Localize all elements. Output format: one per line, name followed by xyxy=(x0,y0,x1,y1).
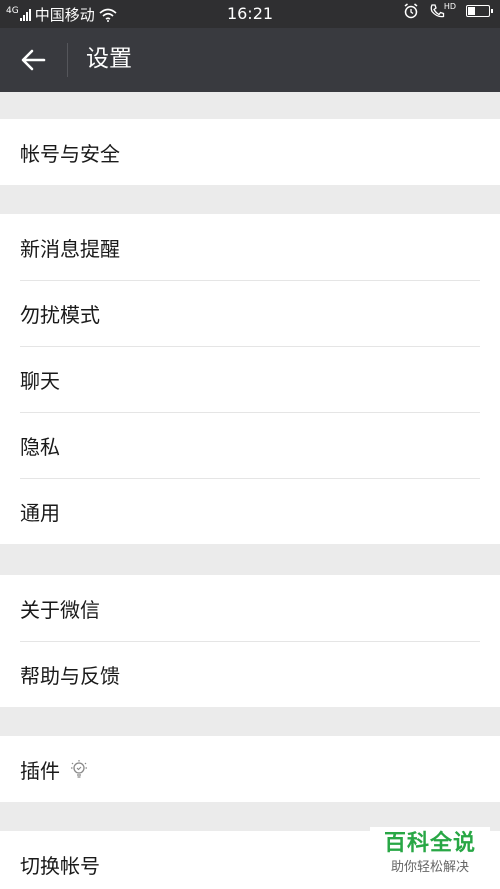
setting-label: 帮助与反馈 xyxy=(20,663,120,688)
hd-call-icon: HD xyxy=(429,3,456,19)
setting-label: 通用 xyxy=(20,500,60,525)
setting-item-help-feedback[interactable]: 帮助与反馈 xyxy=(0,641,500,707)
setting-item-do-not-disturb[interactable]: 勿扰模式 xyxy=(0,280,500,346)
setting-label: 聊天 xyxy=(20,368,60,393)
settings-group-about: 关于微信 帮助与反馈 xyxy=(0,575,500,707)
setting-item-general[interactable]: 通用 xyxy=(0,478,500,544)
setting-label: 隐私 xyxy=(20,434,60,459)
back-button[interactable] xyxy=(14,42,54,78)
setting-label: 帐号与安全 xyxy=(20,141,120,166)
watermark-title: 百科全说 xyxy=(383,831,476,856)
status-right: HD xyxy=(403,3,493,19)
arrow-left-icon xyxy=(21,49,46,71)
status-bar: 4G 中国移动 16:21 HD xyxy=(0,0,500,28)
setting-item-about[interactable]: 关于微信 xyxy=(0,575,500,641)
hd-label: HD xyxy=(443,2,456,11)
setting-item-plugins[interactable]: 插件 xyxy=(0,736,500,802)
setting-label: 插件 xyxy=(20,758,60,783)
settings-group-account: 帐号与安全 xyxy=(0,119,500,185)
settings-group-plugins: 插件 xyxy=(0,736,500,802)
title-divider xyxy=(67,43,68,77)
setting-label: 勿扰模式 xyxy=(20,302,100,327)
alarm-clock-icon xyxy=(403,3,419,19)
setting-label: 新消息提醒 xyxy=(20,236,120,261)
settings-group-general: 新消息提醒 勿扰模式 聊天 隐私 通用 xyxy=(0,214,500,544)
watermark-logo: 百科全说 助你轻松解决 xyxy=(370,827,490,883)
setting-label: 切换帐号 xyxy=(20,853,100,878)
setting-item-privacy[interactable]: 隐私 xyxy=(0,412,500,478)
setting-label: 关于微信 xyxy=(20,597,100,622)
setting-item-chat[interactable]: 聊天 xyxy=(0,346,500,412)
battery-icon xyxy=(466,5,493,17)
page-title: 设置 xyxy=(86,46,132,72)
setting-item-notifications[interactable]: 新消息提醒 xyxy=(0,214,500,280)
watermark-subtitle: 助你轻松解决 xyxy=(390,860,469,875)
lightbulb-icon xyxy=(70,759,88,779)
setting-item-account-security[interactable]: 帐号与安全 xyxy=(0,119,500,185)
title-bar: 设置 xyxy=(0,28,500,92)
battery-fill xyxy=(468,7,476,15)
